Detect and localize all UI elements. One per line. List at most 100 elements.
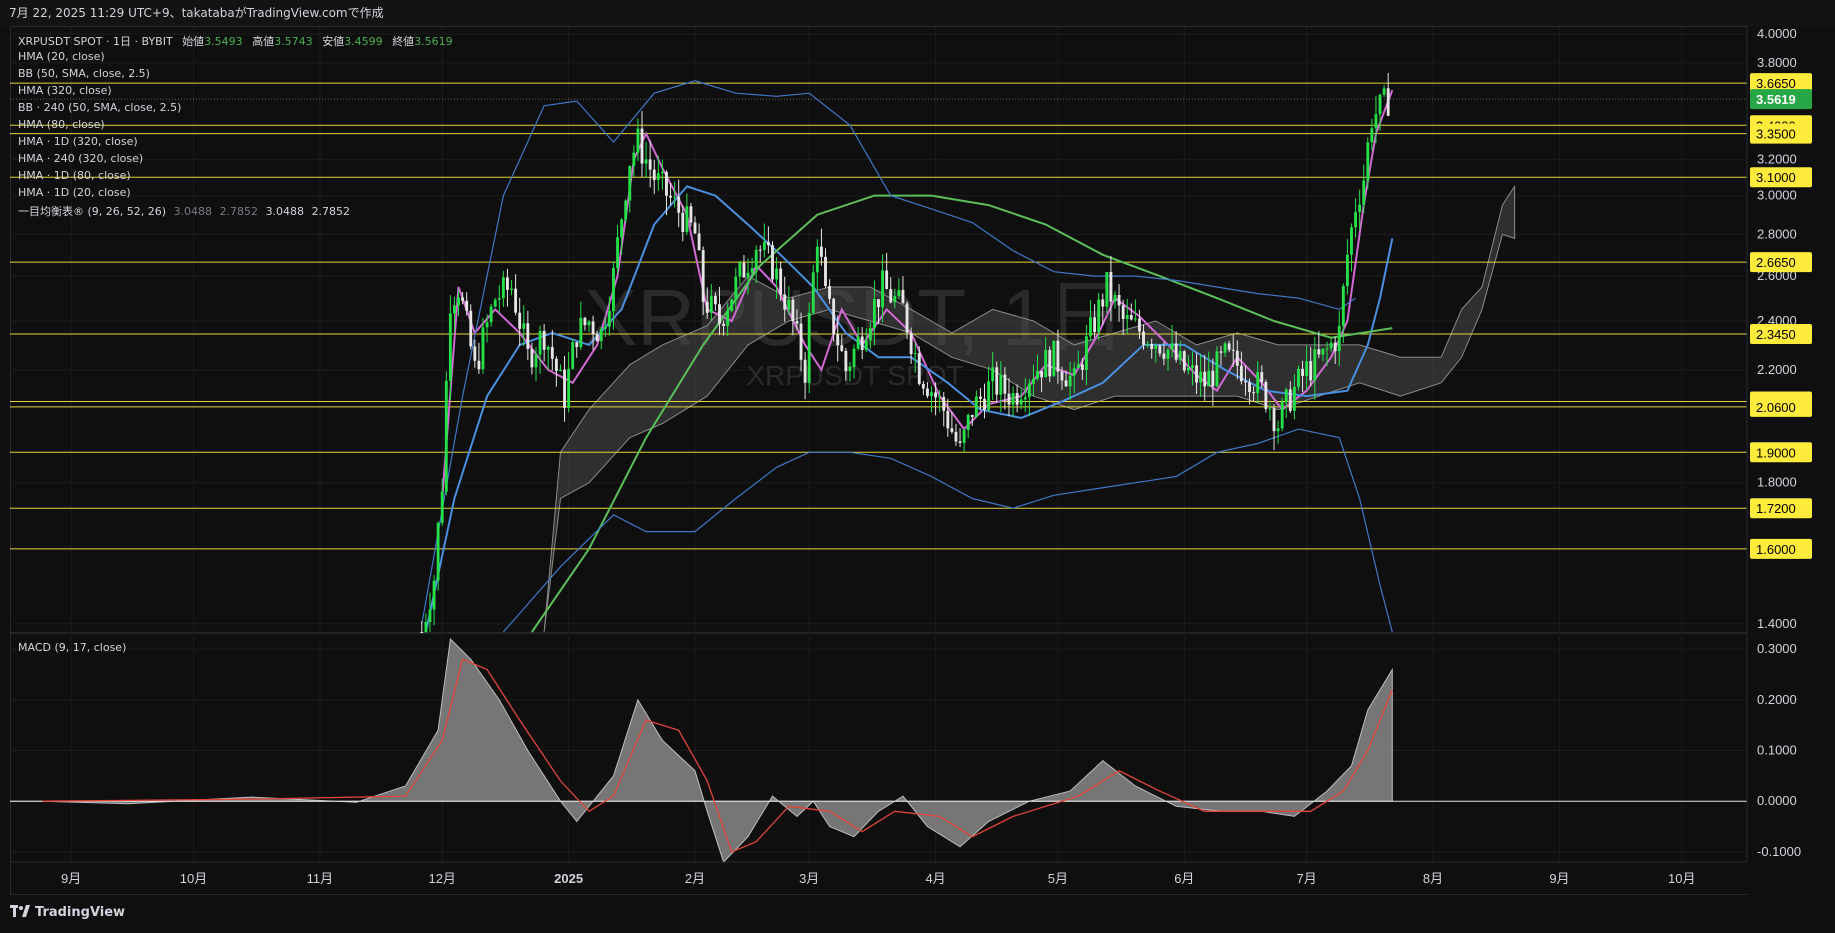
candle-body: [1268, 408, 1272, 410]
price-level-tag-label: 3.1000: [1756, 170, 1796, 185]
candle-body: [1199, 371, 1203, 383]
candle-body: [811, 272, 815, 313]
candle-body: [815, 246, 819, 273]
candle-body: [979, 396, 982, 399]
candle-body: [1231, 349, 1235, 351]
candle-body: [1089, 317, 1092, 337]
indicator-legend-6[interactable]: HMA · 240 (320, close): [18, 152, 143, 165]
candle-body: [497, 298, 501, 300]
candle-body: [432, 580, 436, 610]
macd-tick-label: 0.0000: [1757, 793, 1797, 808]
candle-body: [444, 380, 448, 492]
candle-body: [1040, 370, 1044, 378]
price-level-tag-label: 3.6650: [1756, 76, 1796, 91]
price-tick-label: 1.4000: [1757, 616, 1797, 631]
time-tick-label: 11月: [307, 871, 334, 886]
indicator-legend-4[interactable]: HMA (80, close): [18, 118, 105, 131]
macd-legend[interactable]: MACD (9, 17, close): [18, 641, 126, 654]
footer: TradingView: [0, 895, 1835, 933]
candle-body: [836, 334, 840, 346]
candle-body: [1280, 401, 1284, 429]
candle-body: [983, 398, 986, 410]
candle-body: [860, 336, 864, 350]
candle-body: [1219, 351, 1223, 353]
candle-body: [758, 249, 762, 251]
candle-body: [1272, 408, 1276, 432]
time-tick-label: 5月: [1048, 871, 1068, 886]
candle-body: [1093, 317, 1097, 333]
candle-body: [1052, 340, 1056, 377]
candle-body: [995, 367, 999, 395]
candle-body: [1288, 389, 1292, 411]
candle-body: [746, 272, 750, 278]
close-value: 3.5619: [414, 35, 453, 48]
candle-body: [999, 374, 1003, 395]
candle-body: [697, 233, 701, 251]
candle-body: [718, 304, 721, 324]
candle-body: [1064, 380, 1068, 387]
price-level-tag-label: 1.6000: [1756, 542, 1796, 557]
candle-body: [616, 237, 619, 269]
candle-body: [868, 328, 872, 341]
close-label: 終値: [392, 35, 415, 48]
indicator-legend-8[interactable]: HMA · 1D (20, close): [18, 186, 131, 199]
candle-body: [1142, 331, 1145, 345]
open-label: 始値: [182, 35, 205, 48]
candle-body: [1382, 88, 1386, 95]
candle-body: [775, 268, 778, 280]
indicator-legend-2[interactable]: HMA (320, close): [18, 84, 112, 97]
chart-canvas[interactable]: XRPUSDT, 1日 XRPUSDT SPOT 4.00003.80003.2…: [0, 0, 1835, 895]
candle-body: [844, 350, 848, 372]
candle-body: [705, 301, 709, 313]
indicator-legend-3[interactable]: BB · 240 (50, SMA, close, 2.5): [18, 101, 181, 114]
candle-body: [554, 358, 558, 371]
candle-body: [1011, 393, 1015, 405]
candle-body: [750, 268, 754, 273]
candle-body: [1166, 349, 1170, 359]
time-tick-label: 9月: [61, 871, 81, 886]
price-level-tag-label: 2.6650: [1756, 255, 1796, 270]
candle-body: [1027, 383, 1031, 398]
indicator-legend-1[interactable]: BB (50, SMA, close, 2.5): [18, 67, 150, 80]
candle-body: [962, 430, 966, 443]
candle-body: [783, 294, 787, 310]
candle-body: [567, 368, 571, 408]
indicator-legend-0[interactable]: HMA (20, close): [18, 50, 105, 63]
candle-body: [881, 270, 885, 308]
candle-body: [1048, 350, 1052, 377]
candle-body: [579, 317, 583, 348]
tradingview-logo[interactable]: TradingView: [10, 905, 125, 920]
candle-body: [840, 345, 844, 351]
candle-body: [1297, 368, 1300, 387]
candle-body: [522, 323, 526, 329]
candle-body: [1129, 315, 1133, 320]
candle-body: [970, 414, 974, 417]
candle-body: [457, 297, 460, 306]
ichimoku-value-4: 2.7852: [311, 205, 351, 218]
candle-body: [701, 250, 705, 302]
price-level-tag-label: 2.3450: [1756, 327, 1796, 342]
ichimoku-value-1: 3.0488: [173, 205, 213, 218]
indicator-legend-5[interactable]: HMA · 1D (320, close): [18, 135, 138, 148]
candle-body: [958, 441, 962, 443]
time-tick-label: 7月: [1297, 871, 1317, 886]
candle-body: [1386, 88, 1390, 116]
time-tick-label: 6月: [1174, 871, 1194, 886]
price-tick-label: 1.8000: [1757, 475, 1797, 490]
candle-body: [603, 326, 607, 329]
candle-body: [1244, 381, 1247, 383]
candle-body: [832, 298, 836, 335]
candle-body: [771, 245, 774, 280]
symbol-legend[interactable]: XRPUSDT SPOT · 1日 · BYBIT 始値3.5493 高値3.5…: [18, 33, 453, 49]
candle-body: [856, 336, 860, 349]
candle-body: [1036, 370, 1039, 379]
candle-body: [1203, 371, 1207, 387]
time-tick-label: 3月: [799, 871, 819, 886]
ichimoku-legend[interactable]: 一目均衡表® (9, 26, 52, 26) 3.0488 2.7852 3.0…: [18, 203, 350, 219]
candle-body: [1276, 428, 1280, 432]
candle-body: [1239, 365, 1243, 382]
candle-body: [864, 340, 868, 350]
candle-body: [1146, 344, 1150, 346]
indicator-legend-7[interactable]: HMA · 1D (80, close): [18, 169, 131, 182]
time-axis: 9月 10月 11月 12月 2025 2月 3月 4月 5月 6月 7月 8月 9月 10月: [10, 861, 1747, 886]
